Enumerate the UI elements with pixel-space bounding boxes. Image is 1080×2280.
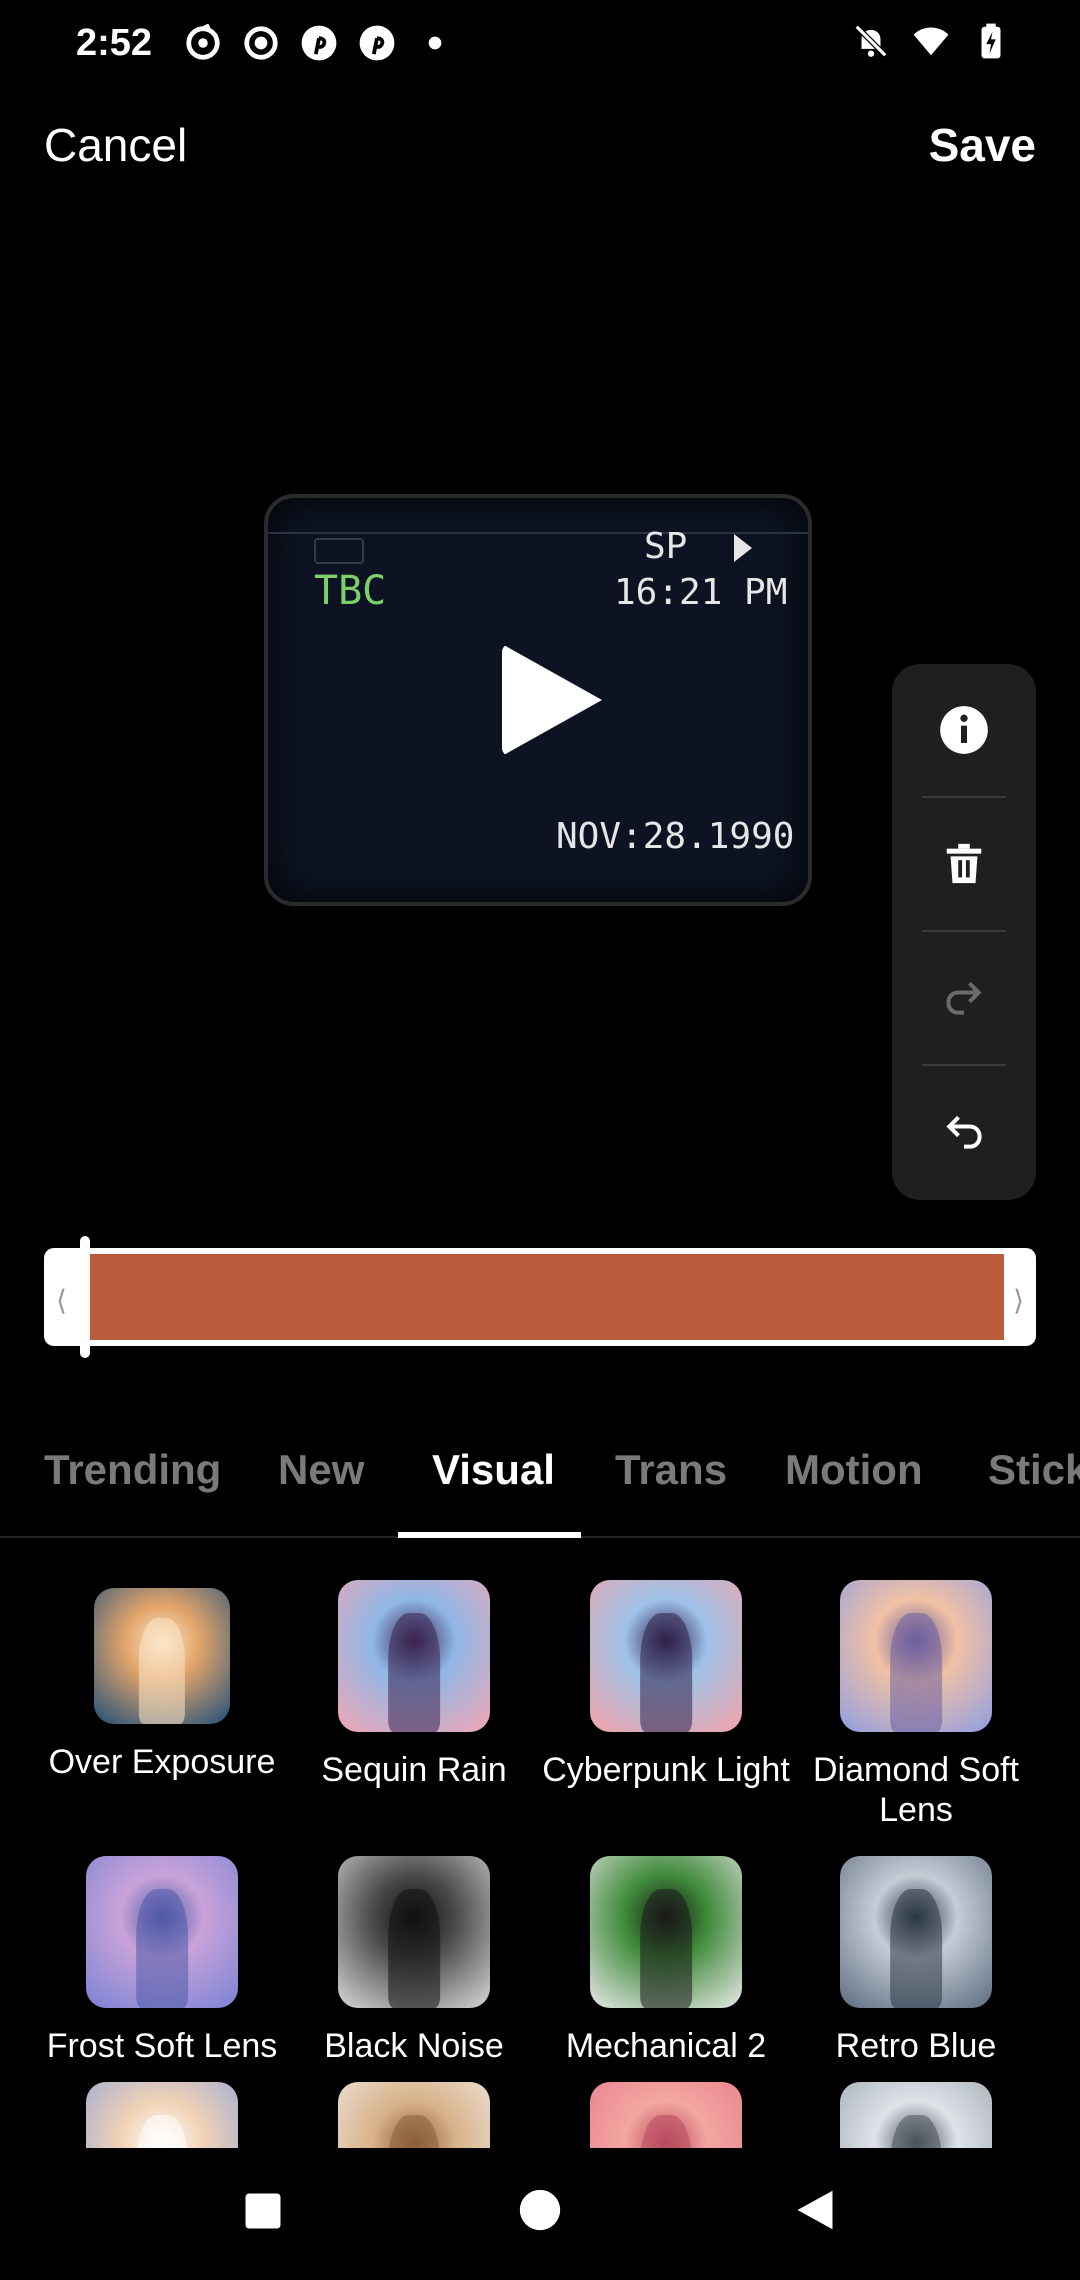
- effect-thumbnail[interactable]: [840, 2082, 992, 2148]
- thumbnail-figure: [890, 2115, 942, 2148]
- circle-icon[interactable]: [518, 2188, 562, 2232]
- effect-thumbnail[interactable]: [840, 1580, 992, 1732]
- video-scanline: [268, 532, 808, 534]
- timeline-track[interactable]: ⟨ ⟩: [44, 1248, 1036, 1346]
- effect-thumbnail[interactable]: [590, 2082, 742, 2148]
- effect-label: Cyberpunk Light: [542, 1751, 790, 1789]
- wifi-icon: [913, 27, 949, 56]
- effect-item[interactable]: Over Exposure: [36, 1580, 288, 1782]
- effect-item[interactable]: Black Noise: [288, 1856, 540, 2066]
- effect-thumbnail[interactable]: [94, 1588, 230, 1724]
- trash-icon: [946, 843, 982, 884]
- video-preview[interactable]: TBC SP 16:21 PM NOV:28.1990: [264, 494, 812, 906]
- cancel-button[interactable]: Cancel: [44, 118, 187, 172]
- thumbnail-figure: [388, 1613, 440, 1732]
- timeline-left-handle[interactable]: ⟨: [56, 1284, 67, 1317]
- square-icon[interactable]: [242, 2190, 284, 2232]
- pinterest-icon: [359, 25, 395, 61]
- dot-icon: [428, 36, 442, 50]
- save-button[interactable]: Save: [929, 118, 1036, 172]
- effect-thumbnail[interactable]: [590, 1580, 742, 1732]
- tab-trending[interactable]: Trending: [44, 1446, 221, 1494]
- effect-item[interactable]: [288, 2082, 540, 2148]
- effect-item[interactable]: [36, 2082, 288, 2148]
- timeline-right-handle[interactable]: ⟩: [1013, 1284, 1024, 1317]
- effects-grid: Over Exposure Sequin Rain Cyberpunk Light D…: [0, 1580, 1080, 2148]
- effect-item[interactable]: Mechanical 2: [540, 1856, 792, 2066]
- thumbnail-figure: [640, 1613, 692, 1732]
- video-overlay-tbc: TBC: [314, 568, 387, 614]
- video-overlay-date: NOV:28.1990: [556, 816, 795, 857]
- undo-icon: [946, 1115, 982, 1149]
- tab-motion[interactable]: Motion: [785, 1446, 923, 1494]
- effect-thumbnail[interactable]: [338, 1580, 490, 1732]
- play-icon[interactable]: [502, 644, 602, 756]
- effect-label: Frost Soft Lens: [46, 2027, 278, 2065]
- thumbnail-figure: [136, 1889, 188, 2008]
- effect-label: Sequin Rain: [321, 1751, 507, 1789]
- status-bar: 2:52: [0, 0, 1080, 86]
- side-toolbar: [892, 664, 1036, 1200]
- video-overlay-time: 16:21 PM: [614, 572, 788, 613]
- effect-item[interactable]: [540, 2082, 792, 2148]
- delete-button[interactable]: [892, 798, 1036, 930]
- info-icon: [940, 706, 988, 754]
- timeline-playhead[interactable]: [80, 1236, 90, 1358]
- tab-new[interactable]: New: [278, 1446, 364, 1494]
- bell-off-icon: [854, 24, 888, 58]
- tab-trans[interactable]: Trans: [615, 1446, 727, 1494]
- record-icon: [244, 26, 278, 60]
- thumbnail-figure: [890, 1889, 942, 2008]
- effect-item[interactable]: Frost Soft Lens: [36, 1856, 288, 2066]
- effect-item[interactable]: [790, 2082, 1042, 2148]
- cassette-icon: [314, 538, 364, 564]
- thumbnail-figure: [640, 2115, 692, 2148]
- back-triangle-icon[interactable]: [794, 2186, 836, 2234]
- pinterest-icon: [301, 25, 337, 61]
- tab-visual[interactable]: Visual: [432, 1446, 555, 1494]
- effect-item[interactable]: Cyberpunk Light: [540, 1580, 792, 1790]
- thumbnail-figure: [388, 2115, 440, 2148]
- effect-label: Over Exposure: [48, 1743, 276, 1781]
- timeline-clip[interactable]: [84, 1254, 1004, 1340]
- sync-icon: [186, 24, 220, 60]
- effect-thumbnail[interactable]: [86, 1856, 238, 2008]
- active-tab-indicator: [398, 1532, 581, 1538]
- redo-icon: [946, 981, 982, 1015]
- thumbnail-figure: [640, 1889, 692, 2008]
- effect-thumbnail[interactable]: [86, 2082, 238, 2148]
- effect-category-tabs: Trending New Visual Trans Motion Stick: [0, 1420, 1080, 1538]
- tab-stickers[interactable]: Stick: [988, 1446, 1080, 1494]
- status-time: 2:52: [76, 22, 153, 64]
- effect-thumbnail[interactable]: [338, 2082, 490, 2148]
- video-overlay-sp: SP: [644, 526, 688, 567]
- effect-thumbnail[interactable]: [840, 1856, 992, 2008]
- battery-charging-icon: [981, 23, 1001, 59]
- undo-button[interactable]: [892, 1066, 1036, 1198]
- thumbnail-figure: [388, 1889, 440, 2008]
- effect-item[interactable]: Diamond Soft Lens: [790, 1580, 1042, 1830]
- status-icons-right: [852, 22, 1010, 60]
- info-button[interactable]: [892, 664, 1036, 796]
- effect-label: Diamond Soft Lens: [813, 1751, 1019, 1829]
- redo-button[interactable]: [892, 932, 1036, 1064]
- status-icons-left: [184, 24, 454, 62]
- video-overlay-play-arrow-icon: [734, 534, 752, 562]
- thumbnail-figure: [890, 1613, 942, 1732]
- effect-item[interactable]: Retro Blue: [790, 1856, 1042, 2066]
- effect-label: Black Noise: [324, 2027, 504, 2065]
- system-nav-bar: [0, 2148, 1080, 2280]
- effect-thumbnail[interactable]: [338, 1856, 490, 2008]
- thumbnail-figure: [138, 1617, 186, 1724]
- thumbnail-figure: [136, 2115, 188, 2148]
- effect-label: Retro Blue: [835, 2027, 997, 2065]
- effect-thumbnail[interactable]: [590, 1856, 742, 2008]
- effect-label: Mechanical 2: [565, 2027, 767, 2065]
- effect-item[interactable]: Sequin Rain: [288, 1580, 540, 1790]
